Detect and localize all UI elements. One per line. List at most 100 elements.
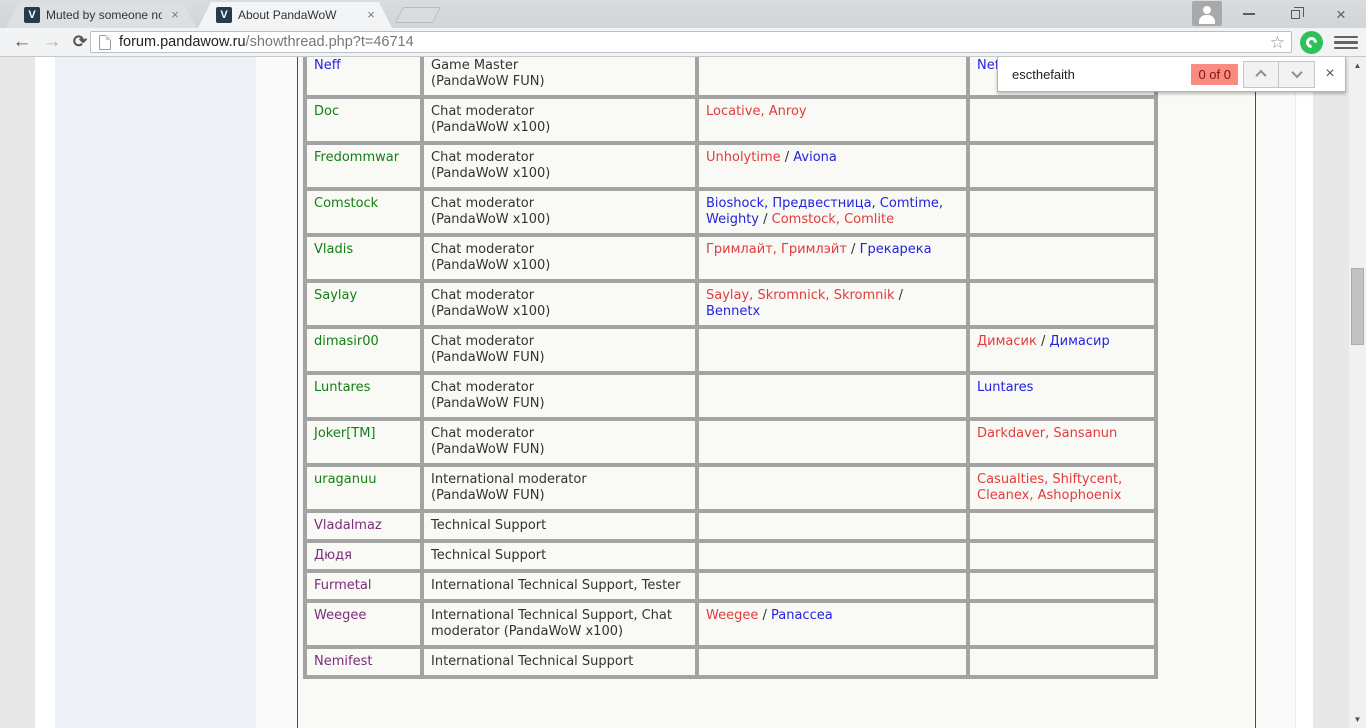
url-domain: forum.pandawow.ru <box>119 34 246 50</box>
url-text: forum.pandawow.ru/showthread.php?t=46714 <box>119 34 414 50</box>
staff-name-link[interactable]: Nemifest <box>314 654 372 669</box>
page-margin-left <box>0 57 35 728</box>
table-row: Comstock Chat moderator (PandaWoW x100) Bio… <box>303 187 1158 237</box>
staff-name-link[interactable]: dimasir00 <box>314 334 379 349</box>
character-link[interactable]: Locative, Anroy <box>706 104 807 119</box>
find-input[interactable]: escthefaith <box>1012 67 1191 82</box>
find-next-button[interactable] <box>1279 60 1315 88</box>
staff-role-cell: Technical Support <box>420 539 699 573</box>
table-row: Дюдя Technical Support <box>303 539 1158 573</box>
staff-table-body: Neff Game Master (PandaWoW FUN) Neff Doc Chat… <box>303 57 1158 679</box>
restore-button[interactable] <box>1274 0 1316 28</box>
characters-x100-cell: Locative, Anroy <box>695 95 970 145</box>
menu-hamburger-icon[interactable] <box>1334 32 1358 53</box>
restore-icon <box>1290 6 1304 19</box>
staff-name-link[interactable]: Fredommwar <box>314 150 399 165</box>
staff-name-cell: Vladis <box>303 233 424 283</box>
extension-icon[interactable] <box>1300 31 1323 54</box>
table-row: Doc Chat moderator (PandaWoW x100) Locative… <box>303 95 1158 145</box>
pandawow-favicon-icon: V <box>24 7 40 23</box>
table-row: uraganuu International moderator (PandaWoW… <box>303 463 1158 513</box>
characters-x100-cell <box>695 325 970 375</box>
tab-title: About PandaWoW <box>238 8 337 22</box>
staff-name-link[interactable]: Vladis <box>314 242 353 257</box>
staff-name-cell: Дюдя <box>303 539 424 573</box>
tab-close-icon[interactable]: × <box>364 8 378 22</box>
character-link[interactable]: Luntares <box>977 380 1033 395</box>
url-path: /showthread.php?t=46714 <box>245 34 414 50</box>
staff-role-cell: Game Master (PandaWoW FUN) <box>420 57 699 99</box>
profile-person-icon <box>1199 15 1215 24</box>
characters-fun-cell <box>966 279 1158 329</box>
extension-ring-icon <box>1303 34 1320 51</box>
character-link[interactable]: Comstock, Comlite <box>772 212 894 227</box>
post-margin-right <box>1256 57 1296 728</box>
table-row: Nemifest International Technical Support <box>303 645 1158 679</box>
page-content: Neff Game Master (PandaWoW FUN) Neff Doc Chat… <box>0 57 1366 728</box>
staff-name-link[interactable]: Neff <box>314 58 341 73</box>
minimize-icon <box>1243 13 1255 15</box>
close-window-button[interactable]: × <box>1320 0 1362 28</box>
table-row: Furmetal International Technical Support,… <box>303 569 1158 603</box>
character-link[interactable]: Гримлайт, Гримлэйт <box>706 242 847 257</box>
forward-button[interactable]: → <box>38 28 66 56</box>
characters-fun-cell <box>966 95 1158 145</box>
vertical-scrollbar[interactable]: ▲ ▼ <box>1349 57 1366 728</box>
character-link[interactable]: Unholytime <box>706 150 781 165</box>
find-bar: escthefaith 0 of 0 × <box>997 57 1346 92</box>
staff-table: Neff Game Master (PandaWoW FUN) Neff Doc Chat… <box>303 57 1158 679</box>
staff-name-link[interactable]: Weegee <box>314 608 366 623</box>
staff-name-cell: Doc <box>303 95 424 145</box>
character-link[interactable]: Грекарека <box>860 242 932 257</box>
staff-role-cell: International Technical Support, Chat mo… <box>420 599 699 649</box>
scrollbar-thumb[interactable] <box>1351 268 1364 345</box>
character-link[interactable]: Bennetx <box>706 304 760 319</box>
table-row: dimasir00 Chat moderator (PandaWoW FUN) Дим… <box>303 325 1158 375</box>
character-link[interactable]: Димасик <box>977 334 1037 349</box>
find-previous-button[interactable] <box>1243 60 1279 88</box>
characters-x100-cell <box>695 645 970 679</box>
character-link[interactable]: Saylay, Skromnick, Skromnik <box>706 288 895 303</box>
character-link[interactable]: Димасир <box>1049 334 1109 349</box>
staff-name-link[interactable]: Luntares <box>314 380 370 395</box>
staff-name-cell: Weegee <box>303 599 424 649</box>
profile-button[interactable] <box>1192 1 1222 26</box>
staff-name-link[interactable]: uraganuu <box>314 472 377 487</box>
address-bar[interactable]: forum.pandawow.ru/showthread.php?t=46714… <box>90 31 1292 53</box>
bookmark-star-icon[interactable]: ☆ <box>1270 33 1285 53</box>
character-link[interactable]: Darkdaver, Sansanun <box>977 426 1117 441</box>
staff-name-link[interactable]: Saylay <box>314 288 357 303</box>
character-link[interactable]: Weegee <box>706 608 758 623</box>
minimize-button[interactable] <box>1228 0 1270 28</box>
staff-role-cell: Chat moderator (PandaWoW x100) <box>420 279 699 329</box>
page-gutter-left <box>35 57 55 728</box>
staff-name-cell: Furmetal <box>303 569 424 603</box>
table-row: Vladalmaz Technical Support <box>303 509 1158 543</box>
separator-text: / <box>894 288 904 303</box>
character-link[interactable]: Aviona <box>793 150 837 165</box>
staff-role-cell: Chat moderator (PandaWoW FUN) <box>420 371 699 421</box>
character-link[interactable]: Panaccea <box>771 608 833 623</box>
scroll-down-icon[interactable]: ▼ <box>1349 711 1366 728</box>
staff-name-link[interactable]: Comstock <box>314 196 378 211</box>
browser-toolbar: ← → ⟳ forum.pandawow.ru/showthread.php?t… <box>0 28 1366 57</box>
staff-name-link[interactable]: Дюдя <box>314 548 352 563</box>
characters-fun-cell <box>966 141 1158 191</box>
back-button[interactable]: ← <box>8 28 36 56</box>
staff-name-link[interactable]: Furmetal <box>314 578 371 593</box>
table-row: Vladis Chat moderator (PandaWoW x100) Гримл… <box>303 233 1158 283</box>
find-close-icon[interactable]: × <box>1315 65 1345 83</box>
table-row: Weegee International Technical Support, C… <box>303 599 1158 649</box>
character-link[interactable]: Casualties, Shiftycent, Cleanex, Ashopho… <box>977 472 1122 503</box>
characters-x100-cell <box>695 569 970 603</box>
staff-name-link[interactable]: Vladalmaz <box>314 518 382 533</box>
staff-name-link[interactable]: Doc <box>314 104 339 119</box>
chevron-down-icon <box>1290 66 1303 79</box>
staff-name-link[interactable]: Joker[TM] <box>314 426 376 441</box>
tab-muted-thread[interactable]: V Muted by someone not o × <box>6 2 196 28</box>
tab-about-pandawow[interactable]: V About PandaWoW × <box>198 2 392 28</box>
tab-close-icon[interactable]: × <box>168 8 182 22</box>
scroll-up-icon[interactable]: ▲ <box>1349 57 1366 74</box>
characters-fun-cell <box>966 599 1158 649</box>
new-tab-button[interactable] <box>394 7 442 23</box>
